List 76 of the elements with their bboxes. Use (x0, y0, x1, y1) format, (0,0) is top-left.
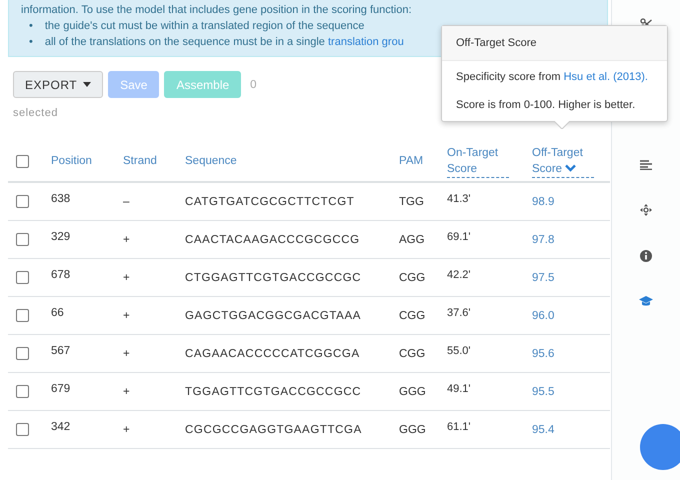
table-cell: GGG (399, 386, 426, 398)
table-cell: TGG (399, 196, 424, 208)
table-cell: CGCGCCGAGGTGAAGTTCGA (185, 424, 362, 436)
column-header[interactable]: Off-Target Score (532, 144, 594, 178)
table-cell: CGG (399, 272, 426, 284)
table-cell: 42.2' (447, 268, 471, 280)
column-header[interactable]: Sequence (185, 155, 237, 167)
popover-title: Off-Target Score (442, 26, 667, 61)
table-cell: + (123, 348, 130, 360)
row-checkbox[interactable] (16, 347, 29, 360)
table-cell: 567 (51, 344, 70, 356)
table-cell: 98.9 (532, 196, 554, 208)
table-cell: AGG (399, 234, 425, 246)
table-cell: 96.0 (532, 310, 554, 322)
table-cell: 97.5 (532, 272, 554, 284)
text-lines-icon[interactable] (640, 160, 652, 170)
table-cell: CTGGAGTTCGTGACCGCCGC (185, 272, 362, 284)
translation-group-link[interactable]: translation grou (328, 36, 404, 48)
sort-chevron-icon (565, 164, 576, 172)
floating-action-button[interactable] (640, 424, 680, 470)
table-cell: 95.4 (532, 424, 554, 436)
selected-count: 0 (250, 78, 257, 90)
table-cell: GGG (399, 424, 426, 436)
table-cell: 679 (51, 382, 70, 394)
table-cell: 61.1' (447, 420, 471, 432)
table-cell: + (123, 386, 130, 398)
bullet-marker: • (29, 35, 33, 50)
table-cell: – (123, 196, 130, 208)
table-cell: CGG (399, 348, 426, 360)
info-bullet: the guide's cut must be within a translated region of the sequence (44, 19, 364, 34)
row-checkbox[interactable] (16, 233, 29, 246)
table-cell: TGGAGTTCGTGACCGCCGCC (185, 386, 362, 398)
bullet-marker: • (29, 19, 33, 34)
citation-link[interactable]: Hsu et al. (2013). (564, 71, 648, 83)
popover-text: Score is from 0-100. Higher is better. (455, 98, 636, 113)
row-checkbox[interactable] (16, 423, 29, 436)
export-button[interactable]: EXPORT (13, 71, 104, 98)
move-icon[interactable] (640, 204, 652, 216)
table-cell: 95.5 (532, 386, 554, 398)
info-bullet: all of the translations on the sequence must be in a single translation grou (44, 35, 404, 50)
table-cell: 678 (51, 268, 70, 280)
row-checkbox[interactable] (16, 309, 29, 322)
caret-icon (83, 82, 92, 87)
column-header[interactable]: Position (51, 155, 92, 167)
column-header[interactable]: Strand (123, 155, 157, 167)
table-cell: GAGCTGGACGGCGACGTAAA (185, 310, 361, 322)
graduation-cap-icon[interactable] (639, 296, 653, 307)
table-cell: + (123, 310, 130, 322)
table-cell: 342 (51, 420, 70, 432)
table-cell: + (123, 424, 130, 436)
column-header[interactable]: PAM (399, 155, 424, 167)
info-text: information. To use the model that includes gene position in the scoring function: (21, 3, 413, 18)
table-cell: 638 (51, 192, 70, 204)
info-icon[interactable] (640, 250, 652, 262)
popover-text: Specificity score from Hsu et al. (2013). (455, 70, 649, 85)
table-cell: 95.6 (532, 348, 554, 360)
table-cell: 329 (51, 230, 70, 242)
table-cell: CAGAACACCCCCATCGGCGA (185, 348, 360, 360)
select-all-checkbox[interactable] (16, 154, 29, 168)
table-cell: 55.0' (447, 344, 471, 356)
table-cell: 37.6' (447, 306, 471, 318)
table-cell: + (123, 272, 130, 284)
table-cell: 49.1' (447, 382, 471, 394)
table-cell: CATGTGATCGCGCTTCTCGT (185, 196, 354, 208)
table-cell: + (123, 234, 130, 246)
table-cell: 41.3' (447, 192, 471, 204)
row-checkbox[interactable] (16, 385, 29, 398)
table-cell: 69.1' (447, 230, 471, 242)
selected-label: selected (13, 107, 59, 119)
table-cell: 97.8 (532, 234, 554, 246)
column-header[interactable]: On-Target Score (447, 144, 509, 178)
row-checkbox[interactable] (16, 195, 29, 208)
table-cell: CGG (399, 310, 426, 322)
row-checkbox[interactable] (16, 271, 29, 284)
table-cell: 66 (51, 306, 64, 318)
table-cell: CAACTACAAGACCCGCGCCG (185, 234, 360, 246)
